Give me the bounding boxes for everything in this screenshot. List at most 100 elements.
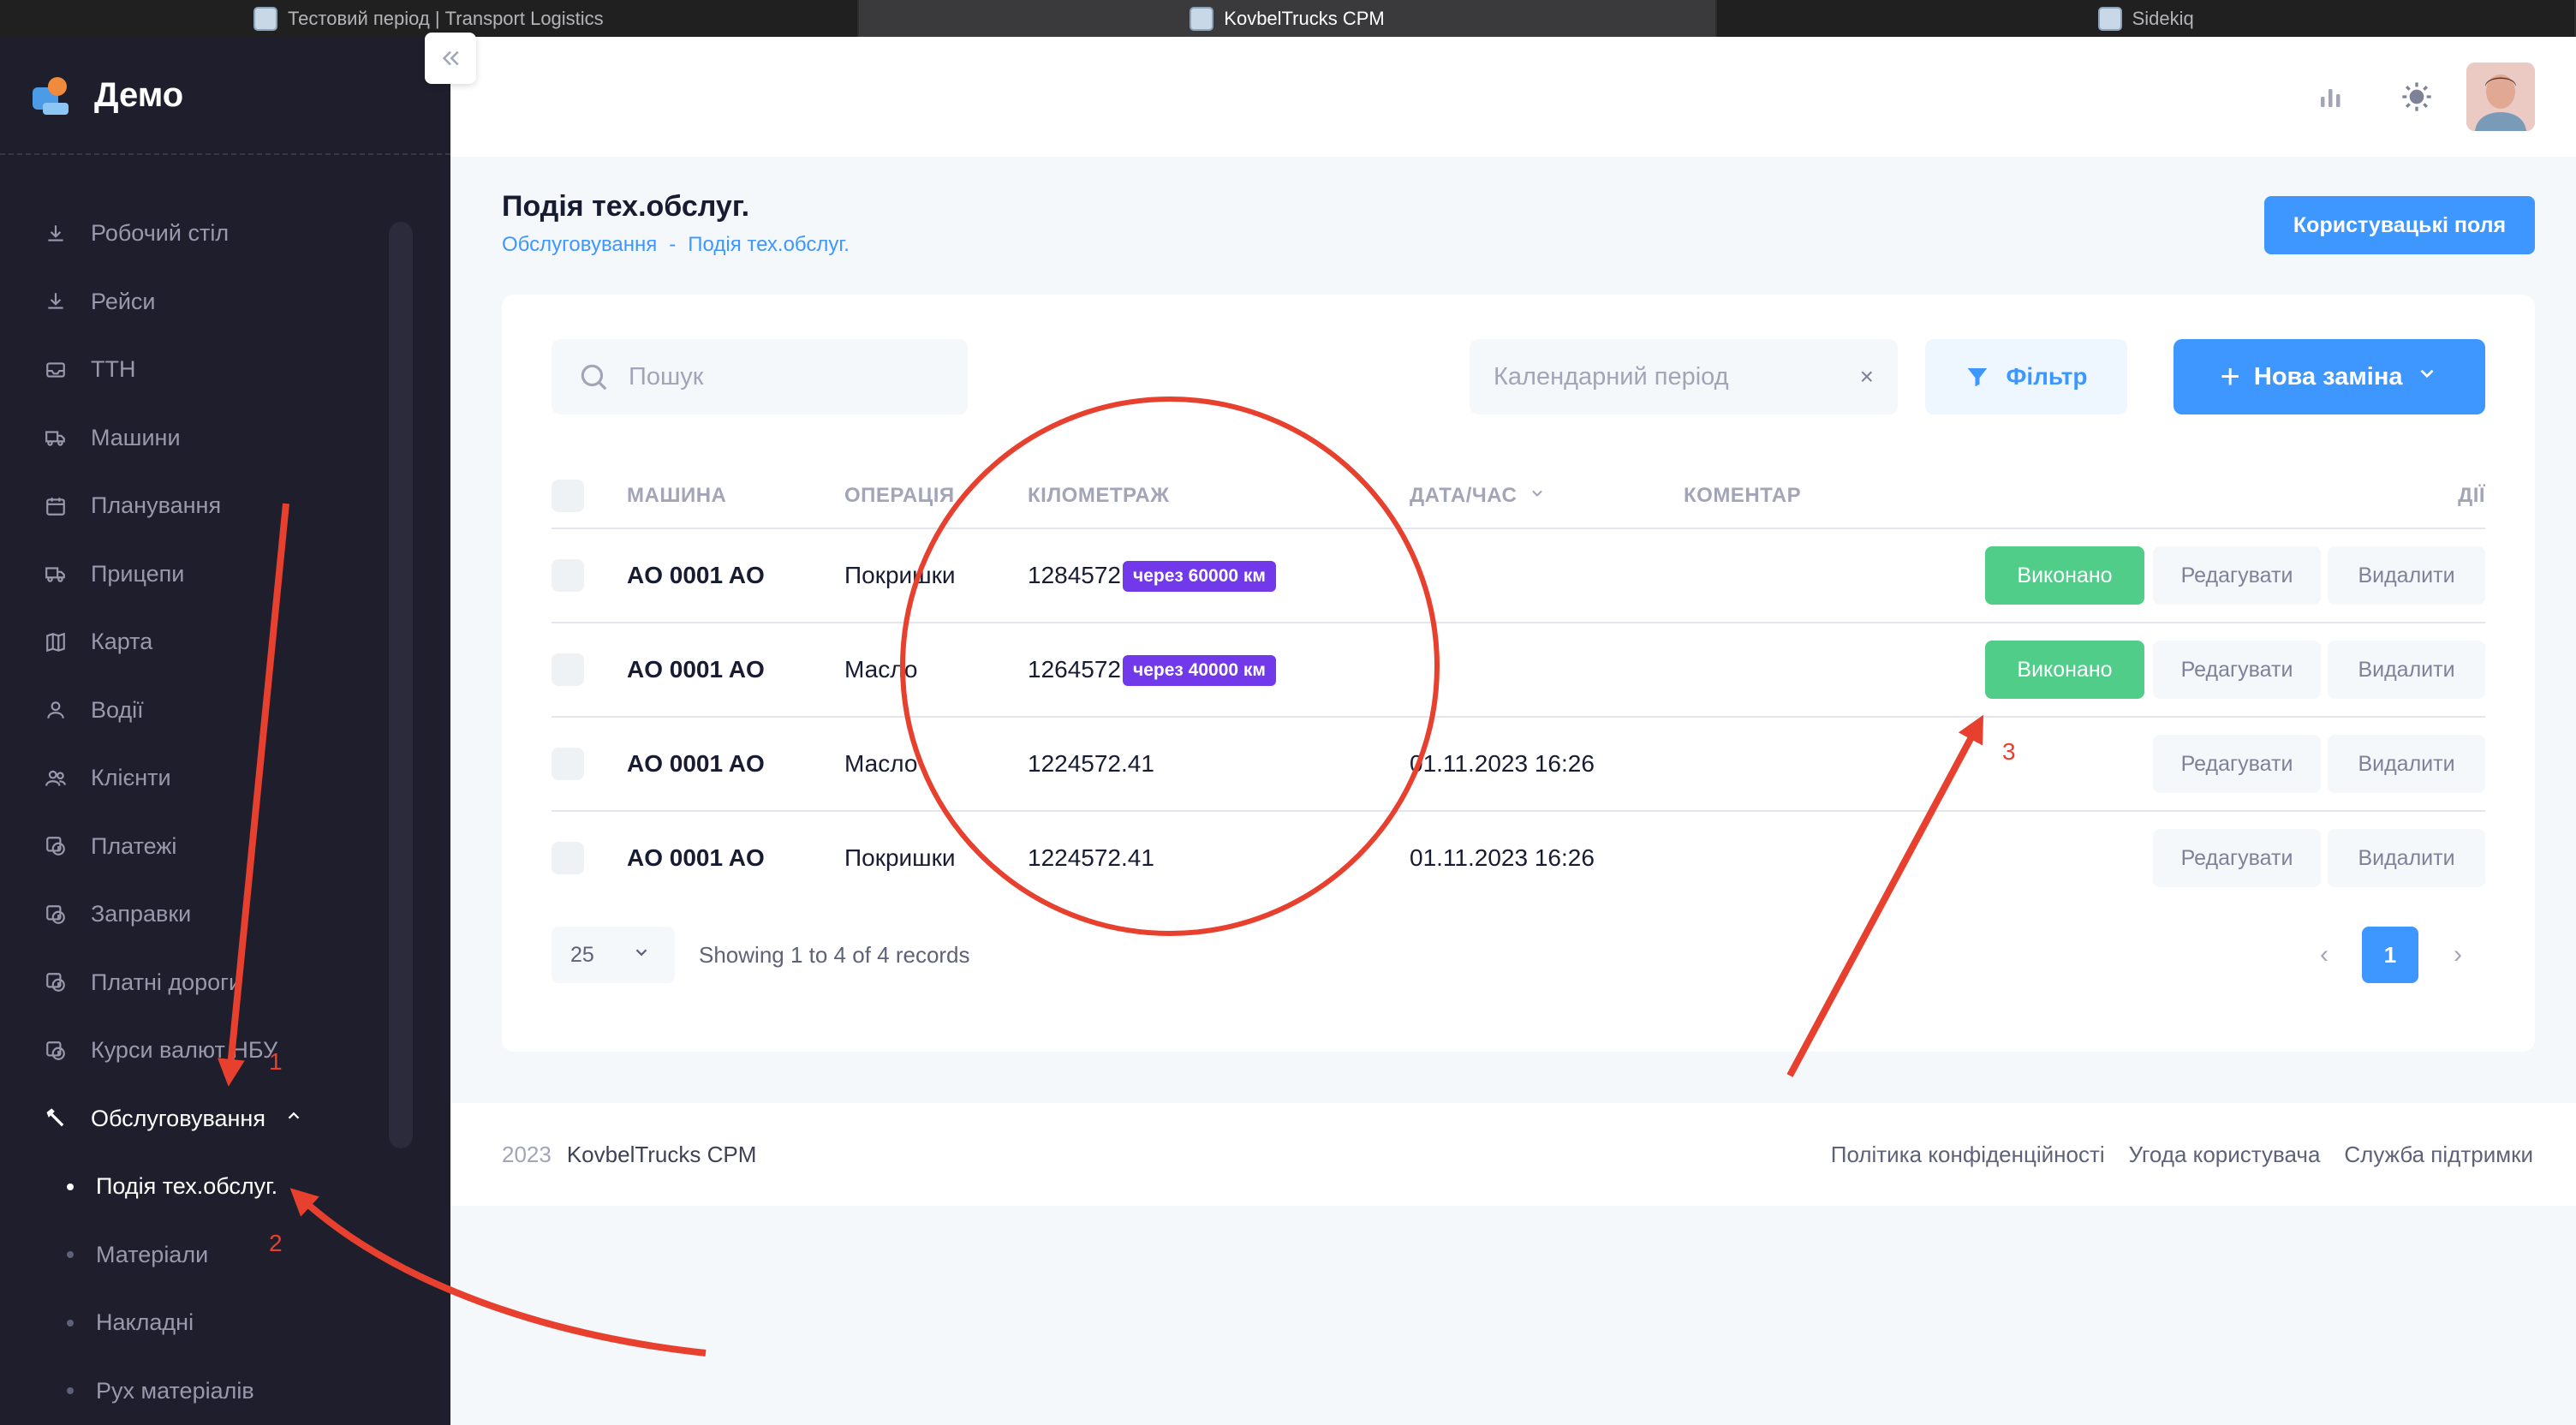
date-range-input[interactable]: [1494, 362, 1836, 391]
vehicle-cell: AO 0001 AO: [627, 844, 765, 871]
chart-icon[interactable]: [2307, 73, 2355, 121]
page-title: Подія тех.обслуг.: [502, 190, 750, 223]
delete-button[interactable]: Видалити: [2328, 735, 2485, 793]
browser-tab-3[interactable]: Sidekiq: [1717, 0, 2576, 37]
delete-button[interactable]: Видалити: [2328, 829, 2485, 887]
sidebar-scrollbar[interactable]: [389, 222, 413, 1148]
sidebar-collapse-button[interactable]: [425, 33, 476, 84]
sidebar-item-label: Заправки: [91, 901, 192, 927]
footer-brand-link[interactable]: KovbelTrucks CPM: [567, 1142, 757, 1168]
delete-button[interactable]: Видалити: [2328, 641, 2485, 699]
sidebar-item-planning[interactable]: Планування: [43, 472, 385, 540]
truck-icon: [43, 561, 69, 587]
new-replacement-button[interactable]: + Нова заміна: [2174, 339, 2485, 414]
table-row: AO 0001 AO Покришки 1284572 через 60000 …: [552, 529, 2485, 623]
sidebar-subitem-material-movement[interactable]: Рух матеріалів: [43, 1357, 385, 1425]
sidebar-item-vehicles[interactable]: Машини: [43, 404, 385, 473]
chevron-down-icon: [632, 943, 651, 968]
mileage-badge: через 60000 км: [1123, 561, 1276, 592]
breadcrumb-separator: -: [669, 233, 677, 256]
browser-tab-label: Sidekiq: [2132, 7, 2194, 29]
select-all-checkbox[interactable]: [552, 462, 584, 529]
avatar[interactable]: [2466, 63, 2535, 131]
column-vehicle[interactable]: МАШИНА: [627, 462, 726, 529]
sidebar-item-label: Платежі: [91, 832, 177, 859]
sidebar-nav: Робочий стіл Рейси ТТН Машини Планування…: [43, 200, 385, 1425]
edit-button[interactable]: Редагувати: [2153, 641, 2321, 699]
per-page-select[interactable]: 25: [552, 927, 675, 983]
sidebar-subitem-materials[interactable]: Матеріали: [43, 1221, 385, 1290]
filter-button-label: Фільтр: [2006, 363, 2088, 390]
sidebar-item-trailers[interactable]: Прицепи: [43, 540, 385, 609]
breadcrumb-item[interactable]: Обслуговування: [502, 233, 657, 257]
done-button[interactable]: Виконано: [1985, 546, 2144, 605]
map-icon: [43, 629, 69, 655]
sidebar-subitem-invoices[interactable]: Накладні: [43, 1289, 385, 1357]
sidebar-item-label: Обслуговування: [91, 1105, 265, 1131]
mileage-value: 1284572: [1028, 562, 1122, 588]
sidebar-item-exchange-rates[interactable]: Курси валют НБУ: [43, 1017, 385, 1085]
pagination-prev-button[interactable]: ‹: [2307, 927, 2341, 983]
edit-button[interactable]: Редагувати: [2153, 829, 2321, 887]
browser-tab-2[interactable]: KovbelTrucks CPM: [858, 0, 1718, 37]
row-checkbox[interactable]: [552, 623, 584, 716]
custom-fields-button[interactable]: Користувацькі поля: [2264, 196, 2535, 254]
inbox-icon: [43, 357, 69, 383]
datetime-cell: 01.11.2023 16:26: [1410, 750, 1595, 777]
bullet: [67, 1319, 74, 1327]
sidebar-item-map[interactable]: Карта: [43, 608, 385, 677]
search-input[interactable]: [629, 362, 954, 391]
brand[interactable]: Демо: [29, 69, 183, 121]
sidebar-item-toll-roads[interactable]: Платні дороги: [43, 949, 385, 1017]
sidebar-item-label: Прицепи: [91, 560, 185, 587]
done-button[interactable]: Виконано: [1985, 641, 2144, 699]
sidebar-item-label: Машини: [91, 424, 181, 450]
edit-button[interactable]: Редагувати: [2153, 735, 2321, 793]
sidebar-item-payments[interactable]: Платежі: [43, 813, 385, 881]
column-comment[interactable]: КОМЕНТАР: [1684, 462, 1801, 529]
pagination-next-button[interactable]: ›: [2441, 927, 2475, 983]
datetime-cell: 01.11.2023 16:26: [1410, 844, 1595, 871]
annotation-number-2: 2: [269, 1230, 283, 1256]
annotation-number-3: 3: [2002, 738, 2016, 765]
sidebar-item-drivers[interactable]: Водії: [43, 677, 385, 745]
sidebar-item-label: Платні дороги: [91, 969, 242, 995]
filter-button[interactable]: Фільтр: [1925, 339, 2127, 414]
column-mileage[interactable]: КІЛОМЕТРАЖ: [1028, 462, 1169, 529]
delete-button[interactable]: Видалити: [2328, 546, 2485, 605]
download-icon: [43, 221, 69, 247]
edit-button[interactable]: Редагувати: [2153, 546, 2321, 605]
vehicle-cell: AO 0001 AO: [627, 562, 765, 588]
footer-link-terms[interactable]: Угода користувача: [2129, 1142, 2321, 1168]
user-icon: [43, 697, 69, 723]
row-checkbox[interactable]: [552, 529, 584, 622]
footer-copyright: 2023 KovbelTrucks CPM: [502, 1103, 756, 1206]
dollar-icon: [43, 969, 69, 995]
sidebar-item-maintenance[interactable]: Обслуговування: [43, 1085, 385, 1154]
table-header: МАШИНА ОПЕРАЦІЯ КІЛОМЕТРАЖ ДАТА/ЧАС КОМЕ…: [552, 462, 2485, 529]
operation-cell: Покришки: [844, 562, 956, 588]
search-icon: [581, 364, 607, 391]
sidebar-item-label: Водії: [91, 696, 144, 723]
pagination-page-1[interactable]: 1: [2362, 927, 2418, 983]
breadcrumb: Обслуговування - Подія тех.обслуг.: [502, 233, 850, 257]
sidebar-item-ttn[interactable]: ТТН: [43, 336, 385, 404]
sun-icon[interactable]: [2393, 73, 2441, 121]
footer-link-privacy[interactable]: Політика конфіденційності: [1831, 1142, 2105, 1168]
double-chevron-left-icon: [442, 51, 459, 66]
row-checkbox[interactable]: [552, 718, 584, 810]
sidebar-subitem-maintenance-events[interactable]: Подія тех.обслуг.: [43, 1153, 385, 1221]
sidebar-item-dashboard[interactable]: Робочий стіл: [43, 200, 385, 268]
browser-tab-1[interactable]: Тестовий період | Transport Logistics: [0, 0, 859, 37]
sidebar-item-fuel[interactable]: Заправки: [43, 880, 385, 949]
sidebar-item-trips[interactable]: Рейси: [43, 268, 385, 337]
sidebar-item-clients[interactable]: Клієнти: [43, 744, 385, 813]
column-operation[interactable]: ОПЕРАЦІЯ: [844, 462, 955, 529]
sidebar-subitem-label: Накладні: [96, 1309, 194, 1336]
column-datetime[interactable]: ДАТА/ЧАС: [1410, 462, 1546, 529]
column-datetime-label: ДАТА/ЧАС: [1410, 484, 1518, 507]
footer-link-support[interactable]: Служба підтримки: [2344, 1142, 2533, 1168]
clear-icon[interactable]: ×: [1860, 363, 1874, 391]
brand-logo-icon: [29, 72, 75, 118]
row-checkbox[interactable]: [552, 812, 584, 904]
